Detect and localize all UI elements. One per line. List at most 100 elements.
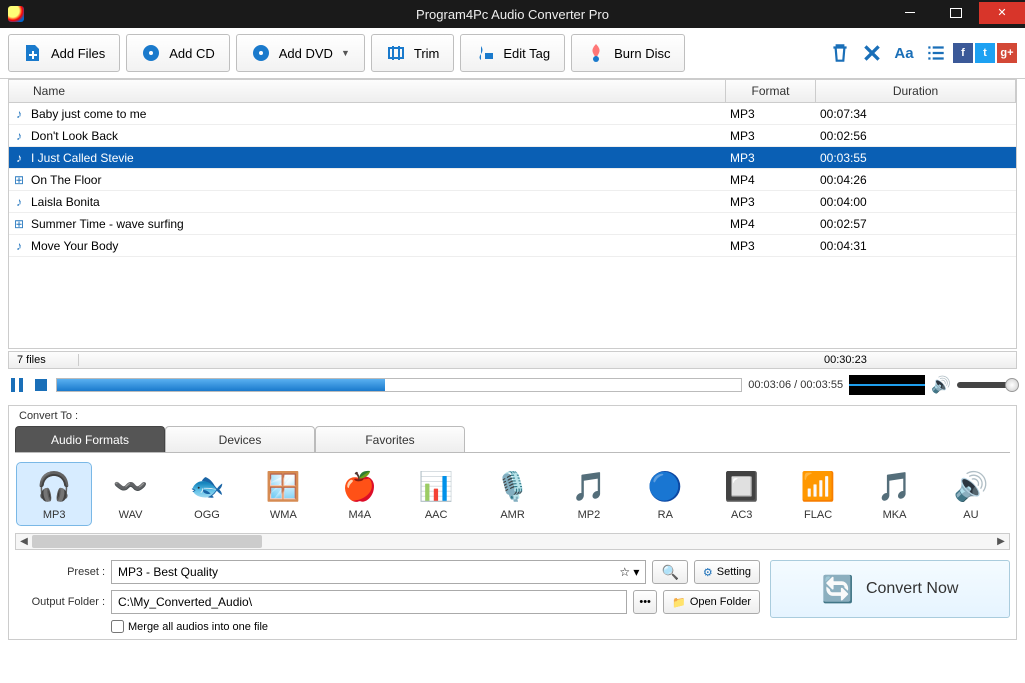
format-label: AMR xyxy=(500,509,524,521)
scroll-left-icon[interactable]: ◀ xyxy=(16,536,32,547)
preset-label: Preset : xyxy=(15,566,105,578)
preset-search-button[interactable]: 🔍 xyxy=(652,560,687,584)
file-type-icon: ⊞ xyxy=(9,173,29,187)
pause-button[interactable] xyxy=(8,376,26,394)
format-aac[interactable]: 📊AAC xyxy=(399,463,473,525)
file-name: I Just Called Stevie xyxy=(29,151,726,165)
scroll-right-icon[interactable]: ▶ xyxy=(993,536,1009,547)
convert-panel: Convert To : Audio Formats Devices Favor… xyxy=(8,405,1017,640)
convert-now-button[interactable]: 🔄 Convert Now xyxy=(770,560,1010,618)
format-icon: 🎵 xyxy=(570,467,608,505)
trim-label: Trim xyxy=(414,46,440,61)
format-icon: 〰️ xyxy=(112,467,150,505)
format-label: OGG xyxy=(194,509,220,521)
file-duration: 00:02:57 xyxy=(816,217,1016,231)
format-wma[interactable]: 🪟WMA xyxy=(246,463,320,525)
format-au[interactable]: 🔊AU xyxy=(934,463,1008,525)
dvd-icon xyxy=(251,43,271,63)
googleplus-icon[interactable]: g+ xyxy=(997,43,1017,63)
add-dvd-button[interactable]: Add DVD ▼ xyxy=(236,34,365,72)
format-label: MP3 xyxy=(43,509,66,521)
clear-icon[interactable] xyxy=(861,42,883,64)
format-label: RA xyxy=(658,509,673,521)
file-row[interactable]: ♪Don't Look BackMP300:02:56 xyxy=(9,125,1016,147)
add-files-button[interactable]: Add Files xyxy=(8,34,120,72)
format-icon: 🎙️ xyxy=(494,467,532,505)
seek-bar[interactable] xyxy=(56,378,742,392)
file-row[interactable]: ♪I Just Called StevieMP300:03:55 xyxy=(9,147,1016,169)
volume-slider[interactable] xyxy=(957,382,1017,388)
file-list: Name Format Duration ♪Baby just come to … xyxy=(8,79,1017,349)
add-files-label: Add Files xyxy=(51,46,105,61)
file-name: On The Floor xyxy=(29,173,726,187)
merge-label: Merge all audios into one file xyxy=(128,621,268,633)
format-icon: 🔲 xyxy=(723,467,761,505)
preset-select[interactable]: MP3 - Best Quality ☆ ▾ xyxy=(111,560,646,584)
format-mp3[interactable]: 🎧MP3 xyxy=(17,463,91,525)
format-label: M4A xyxy=(348,509,371,521)
column-name[interactable]: Name xyxy=(9,80,726,102)
file-row[interactable]: ⊞On The FloorMP400:04:26 xyxy=(9,169,1016,191)
star-icon[interactable]: ☆ ▾ xyxy=(619,565,639,579)
column-duration[interactable]: Duration xyxy=(816,80,1016,102)
edit-tag-icon xyxy=(475,43,495,63)
file-row[interactable]: ♪Laisla BonitaMP300:04:00 xyxy=(9,191,1016,213)
format-mka[interactable]: 🎵MKA xyxy=(857,463,931,525)
facebook-icon[interactable]: f xyxy=(953,43,973,63)
file-format: MP4 xyxy=(726,217,816,231)
twitter-icon[interactable]: t xyxy=(975,43,995,63)
minimize-button[interactable] xyxy=(887,2,933,24)
output-folder-field[interactable]: C:\My_Converted_Audio\ xyxy=(111,590,627,614)
file-count: 7 files xyxy=(9,354,79,366)
format-flac[interactable]: 📶FLAC xyxy=(781,463,855,525)
format-ac3[interactable]: 🔲 AC3 xyxy=(705,463,779,525)
stop-button[interactable] xyxy=(32,376,50,394)
delete-icon[interactable] xyxy=(829,42,851,64)
merge-checkbox[interactable]: Merge all audios into one file xyxy=(111,620,760,633)
column-format[interactable]: Format xyxy=(726,80,816,102)
format-m4a[interactable]: 🍎M4A xyxy=(323,463,397,525)
file-list-header: Name Format Duration xyxy=(9,80,1016,103)
output-folder-label: Output Folder : xyxy=(15,596,105,608)
file-row[interactable]: ♪Move Your BodyMP300:04:31 xyxy=(9,235,1016,257)
cd-icon xyxy=(141,43,161,63)
file-row[interactable]: ⊞Summer Time - wave surfingMP400:02:57 xyxy=(9,213,1016,235)
maximize-button[interactable] xyxy=(933,2,979,24)
convert-now-label: Convert Now xyxy=(866,580,958,598)
burn-disc-button[interactable]: Burn Disc xyxy=(571,34,685,72)
browse-folder-button[interactable]: ••• xyxy=(633,590,657,614)
format-amr[interactable]: 🎙️ AMR xyxy=(475,463,549,525)
open-folder-button[interactable]: 📁Open Folder xyxy=(663,590,760,614)
waveform-display xyxy=(849,375,925,395)
format-icon: 🪟 xyxy=(264,467,302,505)
main-toolbar: Add Files Add CD Add DVD ▼ Trim Edit Tag… xyxy=(0,28,1025,79)
edit-tag-button[interactable]: Edit Tag xyxy=(460,34,565,72)
file-type-icon: ⊞ xyxy=(9,217,29,231)
app-icon xyxy=(8,6,24,22)
rename-icon[interactable]: Aa xyxy=(893,42,915,64)
add-cd-button[interactable]: Add CD xyxy=(126,34,230,72)
tab-devices[interactable]: Devices xyxy=(165,426,315,452)
trim-button[interactable]: Trim xyxy=(371,34,455,72)
file-format: MP3 xyxy=(726,151,816,165)
speaker-icon[interactable]: 🔊 xyxy=(931,375,951,395)
format-label: MKA xyxy=(883,509,907,521)
formats-scrollbar[interactable]: ◀ ▶ xyxy=(15,533,1010,550)
file-name: Summer Time - wave surfing xyxy=(29,217,726,231)
format-label: AAC xyxy=(425,509,448,521)
add-files-icon xyxy=(23,43,43,63)
close-button[interactable] xyxy=(979,2,1025,24)
format-ogg[interactable]: 🐟OGG xyxy=(170,463,244,525)
list-view-icon[interactable] xyxy=(925,42,947,64)
format-wav[interactable]: 〰️WAV xyxy=(93,463,167,525)
file-name: Laisla Bonita xyxy=(29,195,726,209)
format-mp2[interactable]: 🎵MP2 xyxy=(552,463,626,525)
format-ra[interactable]: 🔵 RA xyxy=(628,463,702,525)
format-icon: 🔵 xyxy=(646,467,684,505)
tab-favorites[interactable]: Favorites xyxy=(315,426,465,452)
format-label: AC3 xyxy=(731,509,752,521)
titlebar: Program4Pc Audio Converter Pro xyxy=(0,0,1025,28)
tab-audio-formats[interactable]: Audio Formats xyxy=(15,426,165,452)
file-row[interactable]: ♪Baby just come to meMP300:07:34 xyxy=(9,103,1016,125)
setting-button[interactable]: ⚙Setting xyxy=(694,560,760,584)
